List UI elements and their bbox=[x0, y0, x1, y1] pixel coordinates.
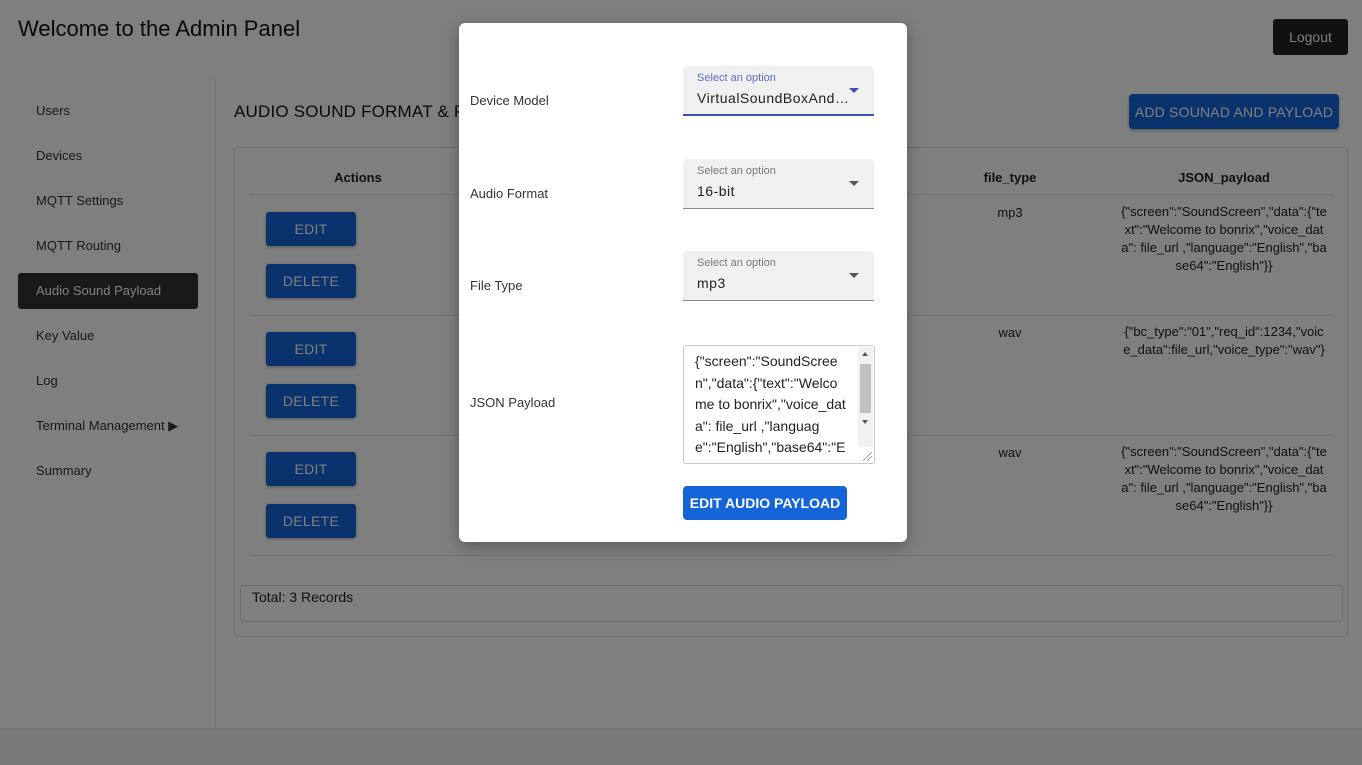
file-type-label: File Type bbox=[470, 278, 523, 293]
scroll-down-arrow-icon[interactable] bbox=[862, 420, 868, 424]
dropdown-arrow-icon bbox=[849, 88, 859, 93]
scrollbar-thumb[interactable] bbox=[860, 364, 871, 413]
file-type-caption: Select an option bbox=[697, 257, 776, 269]
device-model-label: Device Model bbox=[470, 93, 549, 108]
device-model-select[interactable]: Select an option VirtualSoundBoxAndroid bbox=[683, 66, 874, 116]
dropdown-arrow-icon bbox=[849, 181, 859, 186]
json-payload-label: JSON Payload bbox=[470, 395, 556, 410]
textarea-scrollbar[interactable] bbox=[858, 347, 873, 447]
dropdown-arrow-icon bbox=[849, 273, 859, 278]
device-model-value: VirtualSoundBoxAndroid bbox=[697, 90, 849, 106]
audio-format-select[interactable]: Select an option 16-bit bbox=[683, 159, 874, 209]
file-type-value: mp3 bbox=[697, 275, 726, 291]
edit-audio-payload-dialog: Device Model Select an option VirtualSou… bbox=[459, 23, 907, 542]
resize-handle-icon[interactable] bbox=[863, 452, 872, 461]
audio-format-value: 16-bit bbox=[697, 183, 736, 199]
json-payload-text: {"screen":"SoundScreen","data":{"text":"… bbox=[695, 353, 846, 463]
audio-format-caption: Select an option bbox=[697, 165, 776, 177]
json-payload-textarea[interactable]: {"screen":"SoundScreen","data":{"text":"… bbox=[683, 345, 875, 464]
file-type-select[interactable]: Select an option mp3 bbox=[683, 251, 874, 301]
edit-audio-payload-button[interactable]: EDIT AUDIO PAYLOAD bbox=[683, 486, 847, 520]
device-model-caption: Select an option bbox=[697, 72, 776, 84]
scroll-up-arrow-icon[interactable] bbox=[862, 352, 868, 356]
audio-format-label: Audio Format bbox=[470, 186, 549, 201]
